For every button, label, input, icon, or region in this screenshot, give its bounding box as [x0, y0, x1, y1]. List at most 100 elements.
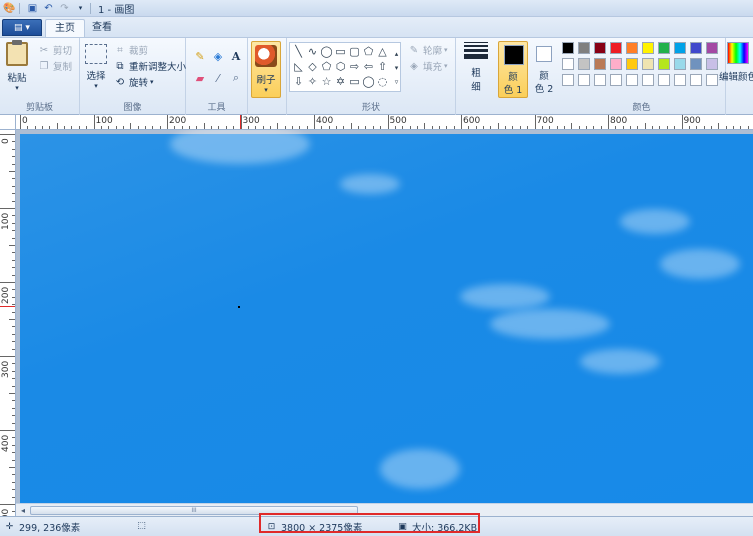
six-point-star-shape-icon[interactable]: ✡ — [334, 75, 347, 88]
palette-swatch[interactable] — [562, 58, 574, 70]
paint-menu-button[interactable]: ▤ ▾ — [2, 19, 42, 36]
polygon-shape-icon[interactable]: ⬠ — [362, 45, 375, 58]
down-arrow-shape-icon[interactable]: ⇩ — [292, 75, 305, 88]
palette-swatch[interactable] — [690, 42, 702, 54]
callout-cloud-shape-icon[interactable]: ◌ — [376, 75, 389, 88]
ruler-tick — [12, 489, 15, 491]
palette-swatch[interactable] — [610, 74, 622, 86]
palette-swatch[interactable] — [674, 58, 686, 70]
palette-swatch[interactable] — [562, 74, 574, 86]
window-title: 1 - 画图 — [98, 4, 135, 16]
line-shape-icon[interactable]: ╲ — [292, 45, 305, 58]
chevron-down-icon: ▾ — [94, 82, 98, 90]
cloud-wisp — [460, 284, 550, 309]
canvas-area[interactable] — [16, 130, 753, 503]
palette-swatch[interactable] — [626, 58, 638, 70]
ruler-tick — [42, 126, 44, 129]
text-tool-icon[interactable]: A — [227, 48, 245, 64]
ruler-tick — [12, 481, 15, 483]
cut-button[interactable]: ✂ 剪切 — [38, 43, 72, 58]
palette-swatch[interactable] — [706, 58, 718, 70]
curve-shape-icon[interactable]: ∿ — [306, 45, 319, 58]
palette-swatch[interactable] — [626, 74, 638, 86]
palette-swatch[interactable] — [690, 74, 702, 86]
palette-swatch[interactable] — [674, 42, 686, 54]
palette-swatch[interactable] — [562, 42, 574, 54]
rounded-rectangle-shape-icon[interactable]: ▢ — [348, 45, 361, 58]
palette-swatch[interactable] — [642, 42, 654, 54]
size-button[interactable]: 粗 细 — [461, 42, 491, 93]
undo-icon[interactable]: ↶ — [42, 2, 55, 15]
ruler-tick — [12, 259, 15, 261]
scroll-down-icon[interactable]: ▾ — [390, 61, 403, 74]
color1-button[interactable]: 颜 色 1 — [498, 41, 528, 98]
palette-swatch[interactable] — [690, 58, 702, 70]
crosshair-icon: ✛ — [5, 522, 14, 532]
color-picker-icon[interactable]: ⁄ — [209, 70, 227, 86]
quick-access-dropdown-icon[interactable]: ▾ — [74, 2, 87, 15]
callout-rect-shape-icon[interactable]: ▭ — [348, 75, 361, 88]
callout-oval-shape-icon[interactable]: ◯ — [362, 75, 375, 88]
redo-icon[interactable]: ↷ — [58, 2, 71, 15]
palette-swatch[interactable] — [642, 74, 654, 86]
crop-button[interactable]: ⌗ 裁剪 — [114, 43, 148, 58]
expand-gallery-icon[interactable]: ▿ — [390, 75, 403, 88]
ruler-tick — [12, 370, 15, 372]
palette-swatch[interactable] — [626, 42, 638, 54]
palette-swatch[interactable] — [610, 42, 622, 54]
up-arrow-shape-icon[interactable]: ⇧ — [376, 60, 389, 73]
palette-swatch[interactable] — [658, 42, 670, 54]
ruler-cursor-marker — [240, 115, 241, 129]
palette-swatch[interactable] — [594, 58, 606, 70]
palette-swatch[interactable] — [578, 42, 590, 54]
palette-swatch[interactable] — [594, 74, 606, 86]
resize-button[interactable]: ⧉ 重新调整大小 — [114, 59, 186, 74]
paste-button[interactable]: 粘贴 ▾ — [6, 40, 28, 92]
fill-bucket-icon[interactable]: ◈ — [209, 48, 227, 64]
palette-swatch[interactable] — [658, 74, 670, 86]
hexagon-shape-icon[interactable]: ⬡ — [334, 60, 347, 73]
save-icon[interactable]: ▣ — [26, 2, 39, 15]
edit-colors-button[interactable]: 编辑颜色 — [719, 42, 753, 83]
ruler-tick — [365, 126, 367, 129]
copy-button[interactable]: ❐ 复制 — [38, 59, 73, 74]
tab-home-label: 主页 — [55, 23, 75, 34]
rectangle-shape-icon[interactable]: ▭ — [334, 45, 347, 58]
pencil-icon[interactable]: ✎ — [191, 48, 209, 64]
oval-shape-icon[interactable]: ◯ — [320, 45, 333, 58]
rotate-button[interactable]: ⟲ 旋转 ▾ — [114, 75, 154, 90]
palette-swatch[interactable] — [674, 74, 686, 86]
five-point-star-shape-icon[interactable]: ☆ — [320, 75, 333, 88]
select-button[interactable]: 选择 ▾ — [85, 44, 107, 90]
palette-swatch[interactable] — [706, 74, 718, 86]
palette-swatch[interactable] — [706, 42, 718, 54]
right-triangle-shape-icon[interactable]: ◺ — [292, 60, 305, 73]
ruler-label: 400 — [1, 434, 11, 452]
scroll-up-icon[interactable]: ▴ — [390, 47, 403, 60]
pentagon-shape-icon[interactable]: ⬠ — [320, 60, 333, 73]
palette-swatch[interactable] — [578, 58, 590, 70]
palette-swatch[interactable] — [594, 42, 606, 54]
diamond-shape-icon[interactable]: ◇ — [306, 60, 319, 73]
four-point-star-shape-icon[interactable]: ✧ — [306, 75, 319, 88]
magnifier-icon[interactable]: ⌕ — [227, 70, 245, 86]
outline-button[interactable]: ✎ 轮廓 ▾ — [408, 43, 448, 58]
eraser-icon[interactable]: ▰ — [191, 70, 209, 86]
triangle-shape-icon[interactable]: △ — [376, 45, 389, 58]
right-arrow-shape-icon[interactable]: ⇨ — [348, 60, 361, 73]
ruler-tick — [630, 126, 632, 129]
tab-view[interactable]: 查看 — [83, 19, 121, 37]
palette-swatch[interactable] — [658, 58, 670, 70]
ruler-tick — [644, 123, 646, 129]
color2-button[interactable]: 颜 色 2 — [530, 41, 558, 98]
image-canvas[interactable] — [20, 130, 753, 503]
palette-swatch[interactable] — [578, 74, 590, 86]
scroll-left-icon[interactable]: ◂ — [17, 505, 29, 516]
tab-home[interactable]: 主页 — [45, 19, 85, 37]
palette-swatch[interactable] — [642, 58, 654, 70]
ruler-tick — [12, 341, 15, 343]
palette-swatch[interactable] — [610, 58, 622, 70]
fill-button[interactable]: ◈ 填充 ▾ — [408, 59, 447, 74]
left-arrow-shape-icon[interactable]: ⇦ — [362, 60, 375, 73]
brushes-button[interactable]: 刷子 ▾ — [251, 41, 281, 98]
